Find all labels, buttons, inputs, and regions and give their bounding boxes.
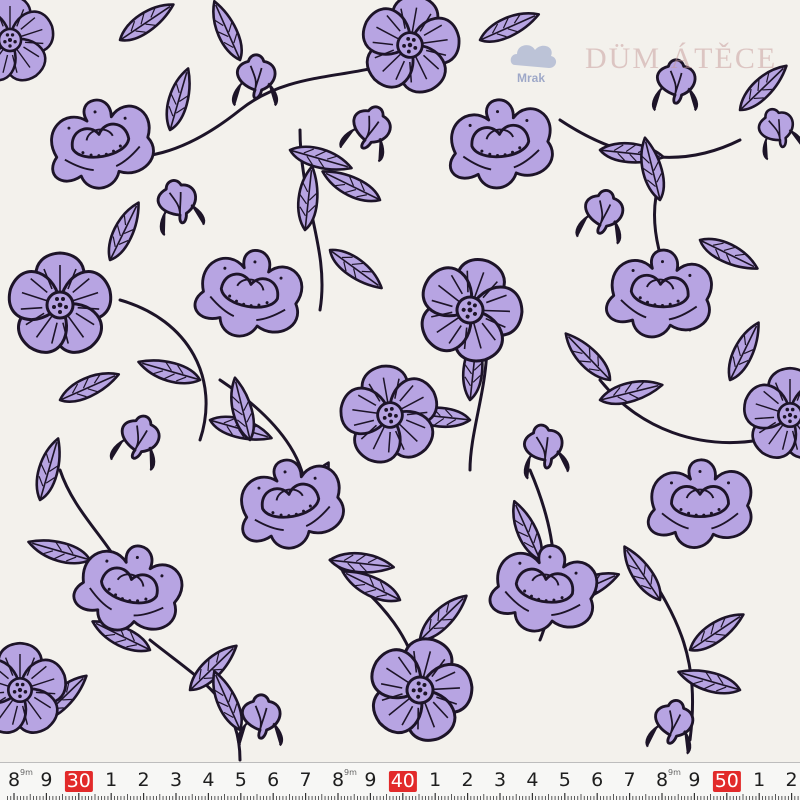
ruler-label: 3 [493,769,507,791]
ruler-label: 7 [623,769,636,791]
shop-watermark: Mrak DÜM ÁTĚCE [505,30,775,90]
brand-text: DÜM ÁTĚCE [585,42,775,75]
ruler-label: 6 [267,769,280,791]
ruler-label: 9 [40,769,53,791]
ruler-label: 2 [785,769,798,791]
ruler-label: 4 [526,769,539,791]
ruler-label: 6 [591,769,604,791]
ruler-label: 1 [753,769,766,791]
measuring-tape: 8 9m 9 30 1 2 3 4 5 6 7 8 9m 9 40 1 2 3 4 5 6 7 8 9m 9 50 1 2 [0,762,800,800]
ruler-label: 4 [202,769,215,791]
ruler-label: 2 [461,769,474,791]
ruler-label: 8 [7,769,21,791]
ruler-sub-label: 9m [344,768,357,777]
ruler-sub-label: 9m [668,768,681,777]
ruler-label: 9 [688,769,701,791]
ruler-label: 5 [558,769,571,791]
ruler-sub-label: 9m [20,768,33,777]
ruler-label: 8 [331,769,345,791]
ruler-label: 30 [64,770,93,792]
logo-text: Mrak [517,71,545,85]
floral-fabric-pattern [0,0,800,762]
cloud-logo-icon [510,45,557,68]
ruler-label: 1 [429,769,442,791]
ruler-label: 7 [299,769,312,791]
ruler-label: 5 [234,769,247,791]
ruler-label: 2 [137,769,150,791]
ruler-label: 40 [388,770,417,792]
ruler-label: 9 [364,769,377,791]
ruler-label: 8 [655,769,669,791]
ruler-label: 3 [169,769,183,791]
ruler-label: 50 [712,770,741,792]
ruler-label: 1 [105,769,118,791]
fabric-photo: Mrak DÜM ÁTĚCE 8 9m 9 30 1 2 3 4 5 6 7 8 9m 9 40 1 2 3 4 5 6… [0,0,800,800]
